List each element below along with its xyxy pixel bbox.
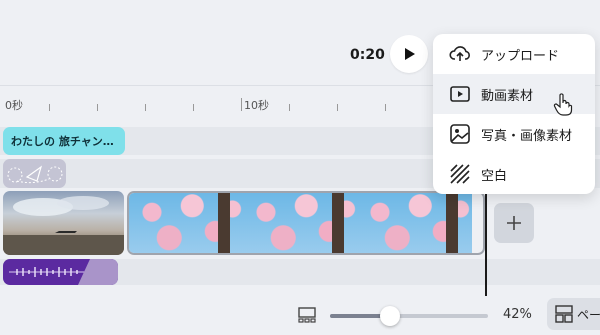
- sakura-frame: [129, 193, 244, 253]
- play-button[interactable]: [390, 35, 428, 73]
- menu-item-photo[interactable]: 写真・画像素材: [433, 114, 595, 154]
- sakura-frame: [243, 193, 358, 253]
- ruler-tick: [337, 104, 338, 111]
- menu-item-label: 空白: [481, 168, 508, 184]
- menu-item-blank[interactable]: 空白: [433, 154, 595, 194]
- menu-item-label: アップロード: [481, 48, 560, 64]
- video-play-icon: [449, 83, 471, 105]
- menu-item-label: 写真・画像素材: [481, 128, 573, 144]
- zoom-percent: 42%: [503, 307, 532, 322]
- zoom-slider-thumb[interactable]: [380, 306, 400, 326]
- ruler-tick: [97, 104, 98, 111]
- ruler-tick: [385, 104, 386, 111]
- play-icon: [405, 48, 415, 60]
- ruler-label-10: 10秒: [244, 99, 269, 112]
- image-icon: [449, 123, 471, 145]
- audio-clip[interactable]: [3, 259, 118, 285]
- sticker-clip[interactable]: [3, 159, 66, 188]
- add-clip-button[interactable]: [494, 203, 534, 243]
- menu-item-upload[interactable]: アップロード: [433, 34, 595, 74]
- cloud-upload-icon: [449, 43, 471, 65]
- ruler-tick: [289, 104, 290, 111]
- video-clip-sakura[interactable]: [127, 191, 485, 255]
- ruler-tick: [49, 104, 50, 111]
- title-clip[interactable]: わたしの 旅チャン…: [3, 127, 125, 155]
- layout-toggle-icon[interactable]: [298, 306, 316, 324]
- ruler-tick: [193, 104, 194, 111]
- waveform-icon: [9, 267, 89, 277]
- blank-hatch-icon: [449, 163, 471, 185]
- hand-cursor-icon: [553, 93, 573, 116]
- grid-view-icon: [555, 305, 573, 323]
- airplane-scene-thumbnail: [3, 196, 124, 255]
- ruler-label-0: 0秒: [5, 99, 23, 112]
- page-view-label: ペー: [577, 307, 600, 322]
- video-clip-airport[interactable]: [3, 191, 124, 255]
- playhead[interactable]: [485, 180, 487, 296]
- ruler-tick: [145, 104, 146, 111]
- paper-plane-sticker-icon: [7, 165, 63, 184]
- menu-item-label: 動画素材: [481, 88, 534, 104]
- sakura-frame: [357, 193, 472, 253]
- current-time: 0:20: [350, 47, 385, 63]
- page-view-button[interactable]: ペー: [547, 298, 600, 330]
- ruler-tick: [241, 98, 242, 111]
- plus-icon: [507, 216, 521, 230]
